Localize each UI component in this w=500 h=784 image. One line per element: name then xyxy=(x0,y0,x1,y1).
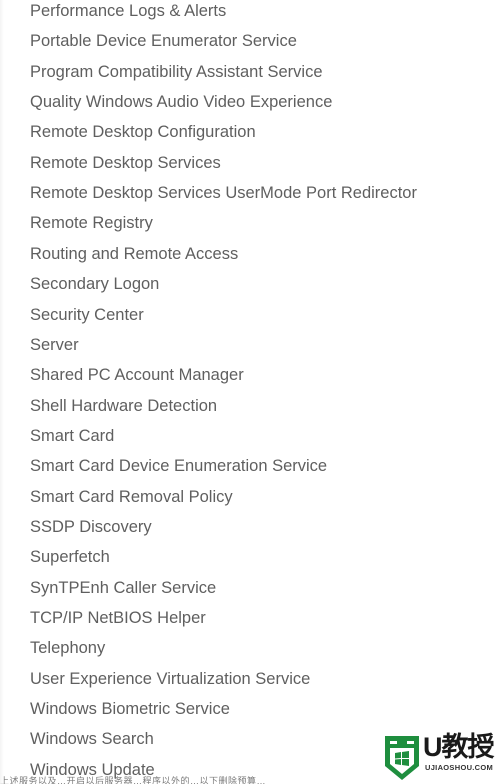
service-item[interactable]: Remote Desktop Configuration xyxy=(30,121,256,143)
service-item[interactable]: Remote Desktop Services UserMode Port Re… xyxy=(30,182,417,204)
service-item[interactable]: User Experience Virtualization Service xyxy=(30,668,310,690)
service-item[interactable]: Quality Windows Audio Video Experience xyxy=(30,91,332,113)
service-item[interactable]: Security Center xyxy=(30,304,144,326)
service-item[interactable]: Telephony xyxy=(30,637,105,659)
service-item[interactable]: SynTPEnh Caller Service xyxy=(30,577,216,599)
service-item[interactable]: Windows Search xyxy=(30,728,154,750)
service-item[interactable]: Smart Card Device Enumeration Service xyxy=(30,455,327,477)
page-edge xyxy=(0,0,4,784)
service-item[interactable]: TCP/IP NetBIOS Helper xyxy=(30,607,206,629)
watermark-domain: UJIAOSHOU.COM xyxy=(425,763,494,772)
service-item[interactable]: Shell Hardware Detection xyxy=(30,395,217,417)
watermark-brand: U教授 xyxy=(423,732,494,762)
service-item[interactable]: Secondary Logon xyxy=(30,273,159,295)
service-item[interactable]: Portable Device Enumerator Service xyxy=(30,30,297,52)
service-item[interactable]: Server xyxy=(30,334,79,356)
service-item[interactable]: Routing and Remote Access xyxy=(30,243,238,265)
caption-text: 上述服务以及…开启以后服务器…程序以外的…以下删除预算… xyxy=(0,776,267,784)
service-item[interactable]: Program Compatibility Assistant Service xyxy=(30,61,323,83)
service-item[interactable]: Remote Desktop Services xyxy=(30,152,221,174)
service-item[interactable]: Performance Logs & Alerts xyxy=(30,0,226,22)
service-item[interactable]: Remote Registry xyxy=(30,212,153,234)
service-item[interactable]: Windows Biometric Service xyxy=(30,698,230,720)
service-item[interactable]: SSDP Discovery xyxy=(30,516,152,538)
service-item[interactable]: Smart Card xyxy=(30,425,114,447)
service-item[interactable]: Superfetch xyxy=(30,546,110,568)
service-item[interactable]: Smart Card Removal Policy xyxy=(30,486,233,508)
shield-windows-icon xyxy=(385,736,419,780)
service-item[interactable]: Shared PC Account Manager xyxy=(30,364,244,386)
watermark-logo: U教授 UJIAOSHOU.COM xyxy=(383,730,500,784)
